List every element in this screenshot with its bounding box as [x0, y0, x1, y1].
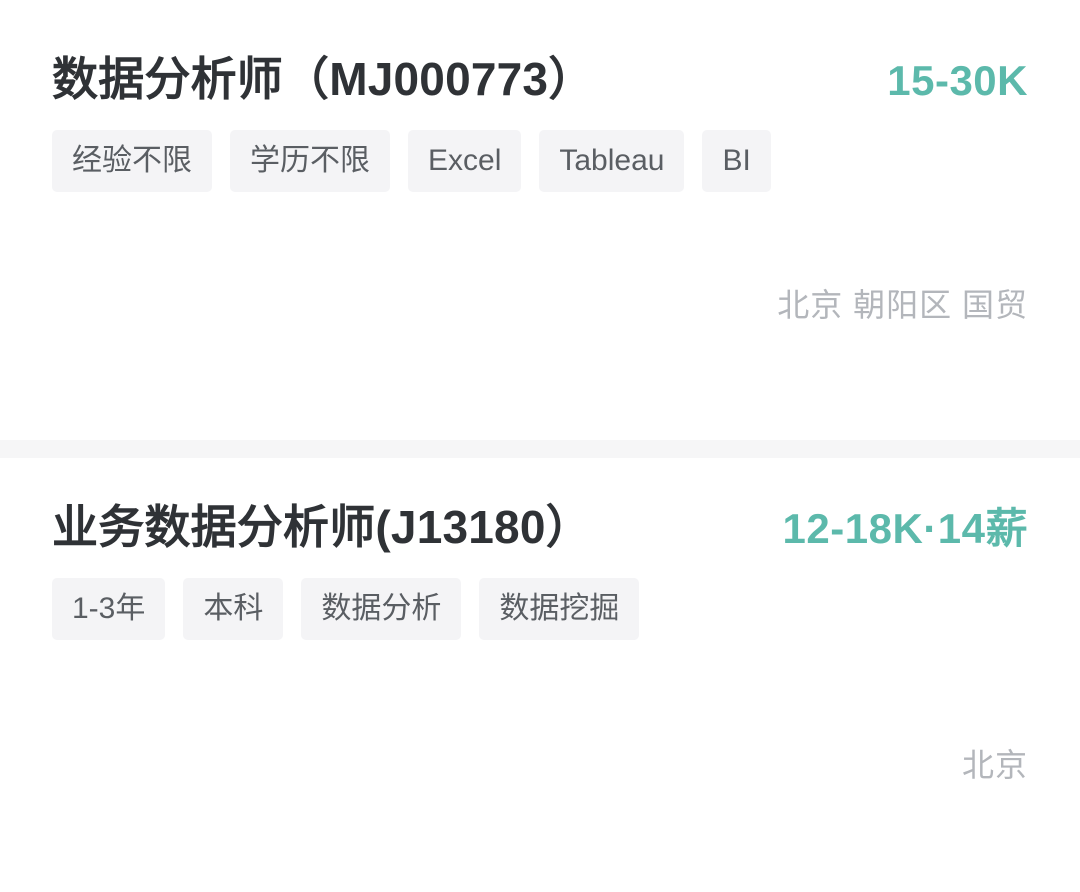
- job-tag-list: 经验不限 学历不限 Excel Tableau BI: [52, 130, 1028, 193]
- job-title[interactable]: 数据分析师（MJ000773）: [52, 52, 594, 106]
- job-tag[interactable]: 学历不限: [230, 130, 390, 193]
- job-card[interactable]: 数据分析师（MJ000773） 15-30K 经验不限 学历不限 Excel T…: [0, 0, 1080, 440]
- job-list: 数据分析师（MJ000773） 15-30K 经验不限 学历不限 Excel T…: [0, 0, 1080, 892]
- job-tag[interactable]: 数据分析: [301, 578, 462, 641]
- job-tag[interactable]: 1-3年: [52, 578, 166, 641]
- job-card[interactable]: 业务数据分析师(J13180） 12-18K·14薪 1-3年 本科 数据分析 …: [0, 458, 1080, 892]
- job-tag[interactable]: 经验不限: [52, 130, 212, 193]
- card-divider: [0, 440, 1080, 458]
- job-tag[interactable]: 本科: [183, 578, 284, 641]
- job-salary: 12-18K·14薪: [782, 505, 1028, 552]
- job-tag[interactable]: BI: [702, 130, 771, 193]
- job-tag[interactable]: Excel: [408, 130, 522, 193]
- job-card-footer: 北京: [52, 740, 1028, 786]
- job-tag[interactable]: Tableau: [539, 130, 685, 193]
- job-location: 北京: [961, 747, 1028, 784]
- job-card-footer: 北京 朝阳区 国贸: [52, 280, 1028, 326]
- job-tag[interactable]: 数据挖掘: [479, 578, 640, 641]
- job-salary: 15-30K: [887, 57, 1028, 104]
- job-tag-list: 1-3年 本科 数据分析 数据挖掘: [52, 578, 1028, 641]
- job-title[interactable]: 业务数据分析师(J13180）: [52, 500, 592, 554]
- job-card-header: 业务数据分析师(J13180） 12-18K·14薪: [52, 458, 1028, 554]
- job-location: 北京 朝阳区 国贸: [777, 287, 1028, 324]
- job-card-header: 数据分析师（MJ000773） 15-30K: [52, 0, 1028, 106]
